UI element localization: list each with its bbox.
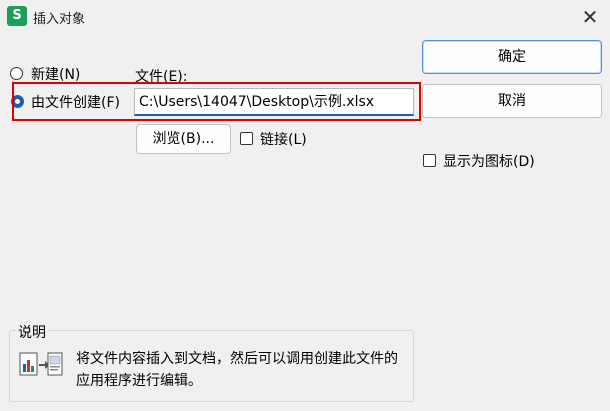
- display-as-icon-label[interactable]: 显示为图标(D): [443, 151, 535, 171]
- embed-document-icon: [19, 352, 63, 376]
- display-as-icon-checkbox[interactable]: [423, 154, 436, 167]
- description-text: 将文件内容插入到文档，然后可以调用创建此文件的应用程序进行编辑。: [76, 351, 398, 389]
- dialog-title: 插入对象: [33, 12, 86, 27]
- close-icon[interactable]: ✕: [570, 0, 610, 34]
- spreadsheet-app-icon: S: [7, 6, 27, 26]
- description-title: 说明: [16, 322, 48, 342]
- title-bar: S 插入对象 ✕: [0, 0, 610, 34]
- cancel-button[interactable]: 取消: [422, 84, 602, 118]
- highlight-box: [12, 82, 421, 121]
- radio-new-label[interactable]: 新建(N): [31, 64, 80, 84]
- link-checkbox-label[interactable]: 链接(L): [260, 129, 307, 149]
- radio-new[interactable]: [10, 67, 23, 80]
- browse-button[interactable]: 浏览(B)...: [136, 124, 231, 154]
- link-checkbox[interactable]: [240, 132, 253, 145]
- ok-button[interactable]: 确定: [422, 40, 602, 74]
